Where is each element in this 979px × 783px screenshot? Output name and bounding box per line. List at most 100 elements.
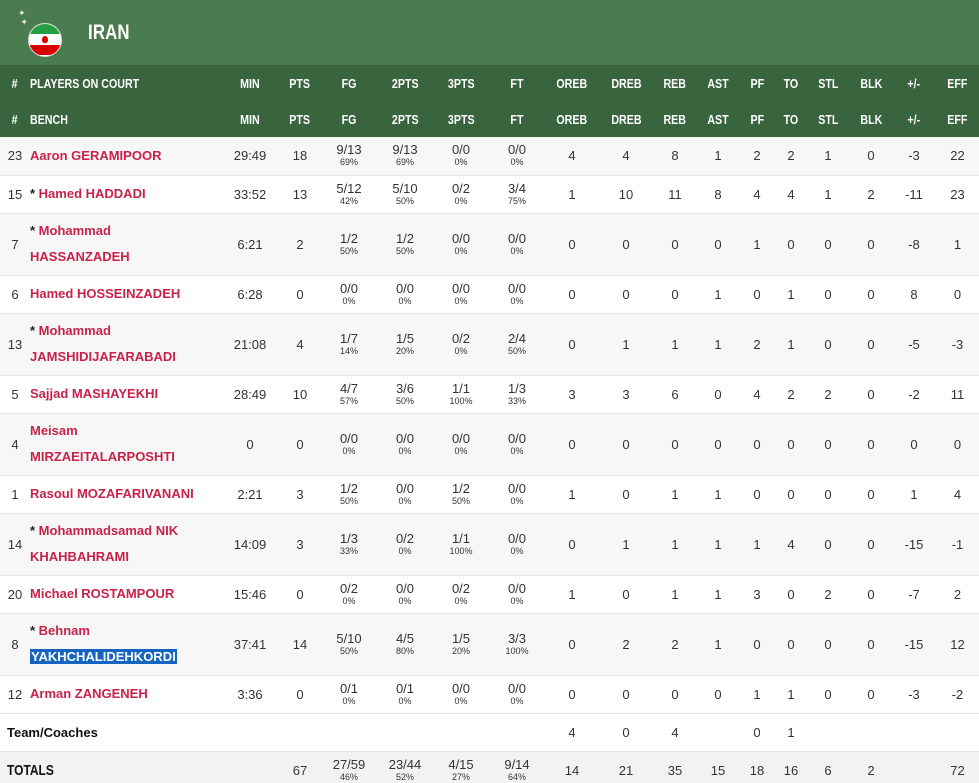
stat-ft-made: 0/0	[507, 280, 527, 296]
stat-3pts: 1/1 100%	[432, 375, 490, 414]
player-name-cell: Michael ROSTAMPOUR	[30, 575, 220, 614]
table-row: 6 Hamed HOSSEINZADEH 6:28 0 0/0 0% 0/0 0% 0/0 0% 0…	[0, 275, 979, 314]
stat-3pts-pct: 0%	[454, 195, 468, 206]
bench-col-17[interactable]: EFF	[936, 101, 979, 137]
stat-pf: 2	[738, 137, 776, 176]
total-reb: 35	[652, 750, 698, 783]
player-name-link[interactable]: Michael ROSTAMPOUR	[30, 586, 174, 601]
court-col-4[interactable]: FG	[320, 65, 378, 101]
stat-3pts: 0/0 0%	[432, 675, 490, 714]
stat-fg-pct: 42%	[339, 195, 358, 206]
court-col-5[interactable]: 2PTS	[378, 65, 432, 101]
total-to: 16	[776, 750, 806, 783]
bench-col-0[interactable]: #	[0, 101, 30, 137]
player-name-link-line2[interactable]: MIRZAEITALARPOSHTI	[30, 449, 175, 464]
player-name-link[interactable]: Hamed HOSSEINZADEH	[30, 286, 180, 301]
stat-eff: -1	[936, 513, 979, 576]
stat-ft-pct: 100%	[505, 645, 529, 656]
stat-eff: 22	[936, 137, 979, 176]
stat-pts: 3	[280, 513, 320, 576]
bench-col-11[interactable]: AST	[698, 101, 738, 137]
player-name-cell: Rasoul MOZAFARIVANANI	[30, 475, 220, 514]
bench-col-6[interactable]: 3PTS	[432, 101, 490, 137]
stat-2pts-pct: 0%	[398, 495, 412, 506]
court-col-1[interactable]: PLAYERS ON COURT	[30, 65, 220, 101]
player-name-link[interactable]: Mohammadsamad NIK	[39, 523, 178, 538]
player-name-link[interactable]: Mohammad	[39, 223, 111, 238]
stat-2pts-pct: 0%	[398, 545, 412, 556]
bench-col-4[interactable]: FG	[320, 101, 378, 137]
stat-2pts: 0/2 0%	[378, 513, 432, 576]
player-name-cell: * Hamed HADDADI	[30, 175, 220, 214]
total-3pts: 4/15 27%	[432, 750, 490, 783]
court-col-0[interactable]: #	[0, 65, 30, 101]
player-name-link[interactable]: Sajjad MASHAYEKHI	[30, 386, 158, 401]
court-col-12[interactable]: PF	[738, 65, 776, 101]
player-number: 12	[0, 675, 30, 714]
stat-fg-pct: 69%	[339, 157, 358, 168]
table-row: 1 Rasoul MOZAFARIVANANI 2:21 3 1/2 50% 0/0 0% 1/…	[0, 475, 979, 514]
court-col-9[interactable]: DREB	[600, 65, 652, 101]
stat-blk: 0	[850, 375, 892, 414]
bench-col-16[interactable]: +/-	[892, 101, 936, 137]
stat-eff: 11	[936, 375, 979, 414]
bench-col-3[interactable]: PTS	[280, 101, 320, 137]
court-col-10[interactable]: REB	[652, 65, 698, 101]
stat-ast: 1	[698, 575, 738, 614]
player-name-link[interactable]: Aaron GERAMIPOOR	[30, 148, 161, 163]
stat-2pts-made: 0/0	[395, 480, 415, 496]
player-name-link-line2[interactable]: HASSANZADEH	[30, 249, 130, 264]
stat-fg-made: 1/2	[339, 480, 359, 496]
boxscore-table: # PLAYERS ON COURT MIN PTS FG 2PTS 3PTS FT OREB D…	[0, 65, 979, 783]
player-name-link[interactable]: Rasoul MOZAFARIVANANI	[30, 486, 194, 501]
bench-col-9[interactable]: DREB	[600, 101, 652, 137]
stat-min: 21:08	[220, 313, 280, 376]
court-col-14[interactable]: STL	[806, 65, 850, 101]
stat-3pts: 0/0 0%	[432, 413, 490, 476]
bench-col-8[interactable]: OREB	[544, 101, 600, 137]
court-col-6[interactable]: 3PTS	[432, 65, 490, 101]
stat-fg-pct: 0%	[342, 295, 356, 306]
court-col-2[interactable]: MIN	[220, 65, 280, 101]
stat-oreb: 1	[544, 575, 600, 614]
player-name-link[interactable]: Mohammad	[39, 323, 111, 338]
court-col-11[interactable]: AST	[698, 65, 738, 101]
bench-col-13[interactable]: TO	[776, 101, 806, 137]
player-name-link[interactable]: Arman ZANGENEH	[30, 686, 148, 701]
total-pf: 18	[738, 750, 776, 783]
court-col-7[interactable]: FT	[490, 65, 544, 101]
bench-col-15[interactable]: BLK	[850, 101, 892, 137]
bench-col-1[interactable]: BENCH	[30, 101, 220, 137]
bench-col-10[interactable]: REB	[652, 101, 698, 137]
player-name-link-line2[interactable]: JAMSHIDIJAFARABADI	[30, 349, 176, 364]
court-col-16[interactable]: +/-	[892, 65, 936, 101]
bench-col-5[interactable]: 2PTS	[378, 101, 432, 137]
stat-pts: 0	[280, 413, 320, 476]
bench-col-2[interactable]: MIN	[220, 101, 280, 137]
player-name-link[interactable]: Hamed HADDADI	[39, 186, 146, 201]
bench-col-12[interactable]: PF	[738, 101, 776, 137]
court-col-3[interactable]: PTS	[280, 65, 320, 101]
stat-oreb: 0	[544, 513, 600, 576]
bench-col-7[interactable]: FT	[490, 101, 544, 137]
player-name-link[interactable]: Behnam	[39, 623, 90, 638]
stat-ft-pct: 0%	[510, 495, 524, 506]
stat-dreb: 0	[600, 575, 652, 614]
player-name-link-line2[interactable]: YAKHCHALIDEHKORDI	[30, 649, 177, 664]
stat-3pts: 1/1 100%	[432, 513, 490, 576]
bench-col-14[interactable]: STL	[806, 101, 850, 137]
stat-pts: 0	[280, 575, 320, 614]
court-col-15[interactable]: BLK	[850, 65, 892, 101]
stat-pm: -3	[892, 137, 936, 176]
stat-min: 14:09	[220, 513, 280, 576]
stat-ft-pct: 0%	[510, 295, 524, 306]
stat-pm: -8	[892, 213, 936, 276]
team-coaches-row: Team/Coaches 4 0 4 0 1	[0, 712, 979, 752]
player-name-link[interactable]: Meisam	[30, 423, 78, 438]
court-col-13[interactable]: TO	[776, 65, 806, 101]
stat-oreb: 0	[544, 275, 600, 314]
stat-fg-made: 0/2	[339, 580, 359, 596]
player-name-link-line2[interactable]: KHAHBAHRAMI	[30, 549, 129, 564]
court-col-8[interactable]: OREB	[544, 65, 600, 101]
court-col-17[interactable]: EFF	[936, 65, 979, 101]
